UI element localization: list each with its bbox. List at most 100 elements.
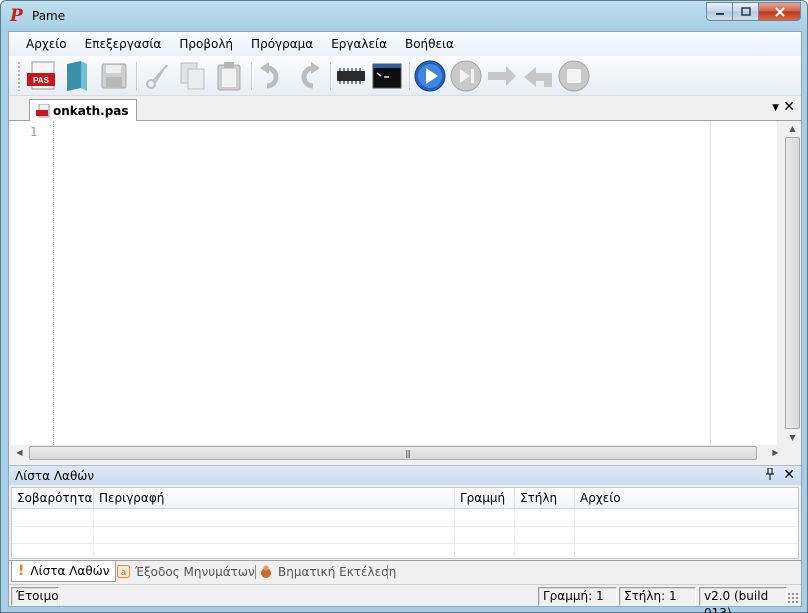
pame-logo-icon: P	[10, 6, 23, 26]
svg-text:a: a	[121, 567, 126, 577]
output-icon: a	[117, 565, 130, 578]
tab-error-list[interactable]: ! Λίστα Λαθών	[11, 561, 117, 582]
redo-button[interactable]	[292, 60, 324, 92]
window-controls	[706, 2, 801, 22]
vertical-scroll-thumb[interactable]	[785, 137, 800, 429]
title-bar[interactable]: P Pame	[1, 1, 807, 31]
tab-list-dropdown-icon[interactable]: ▼	[772, 103, 779, 113]
error-panel-title: Λίστα Λαθών	[15, 468, 95, 483]
column-severity[interactable]: Σοβαρότητα	[12, 488, 94, 509]
menu-program[interactable]: Πρόγραμα	[243, 33, 321, 55]
close-button[interactable]	[758, 2, 801, 21]
close-document-icon[interactable]: ✕	[783, 100, 795, 114]
toolbar-separator	[136, 61, 137, 90]
pin-icon[interactable]	[765, 467, 775, 483]
step-over-button[interactable]	[486, 60, 518, 92]
close-panel-icon[interactable]: ✕	[783, 467, 795, 483]
tab-separator	[387, 565, 388, 579]
table-row	[12, 544, 798, 561]
horizontal-scroll-thumb[interactable]: |||	[29, 446, 757, 460]
paste-button[interactable]	[213, 60, 245, 92]
menu-edit[interactable]: Επεξεργασία	[77, 33, 170, 55]
step-run-button[interactable]	[450, 60, 482, 92]
scroll-corner	[784, 445, 801, 462]
save-disk-icon	[101, 63, 127, 88]
warning-exclamation-icon: !	[18, 563, 25, 579]
maximize-button[interactable]	[732, 2, 758, 21]
line-number-gutter: 1	[11, 121, 54, 445]
undo-icon	[260, 61, 279, 88]
stop-button[interactable]	[558, 60, 590, 92]
resize-grip-icon[interactable]	[787, 592, 799, 604]
menu-view[interactable]: Προβολή	[171, 33, 241, 55]
new-pas-file-icon: PAS	[27, 61, 55, 89]
menu-help[interactable]: Βοήθεια	[397, 33, 462, 55]
code-editor[interactable]: 1	[11, 121, 777, 445]
chip-icon	[337, 67, 365, 84]
right-margin-guide	[710, 121, 711, 445]
toolbar-separator	[330, 61, 331, 90]
scroll-right-icon[interactable]: ▶	[767, 448, 784, 457]
close-icon	[774, 6, 785, 17]
tab-message-output-label: Έξοδος Μηνυμάτων	[135, 564, 255, 579]
cut-button[interactable]	[141, 60, 173, 92]
copy-button[interactable]	[177, 60, 209, 92]
status-column: Στήλη: 1	[619, 587, 696, 606]
tab-error-list-label: Λίστα Λαθών	[30, 564, 110, 578]
vertical-scrollbar[interactable]: ▲ ▼	[784, 121, 801, 445]
tab-step-execution-label: Βηματική Εκτέλεση	[278, 564, 397, 579]
toolbar-separator	[251, 61, 252, 90]
tab-message-output[interactable]: a Έξοδος Μηνυμάτων	[111, 561, 261, 582]
scroll-grip-icon: |||	[405, 449, 411, 458]
toolbar-grip[interactable]	[17, 60, 21, 91]
terminal-icon	[372, 63, 402, 88]
copy-icon	[180, 62, 205, 89]
compile-button[interactable]	[335, 60, 367, 92]
status-bar: Έτοιμο Γραμμή: 1 Στήλη: 1 v2.0 (build 01…	[9, 584, 801, 613]
pas-file-icon	[36, 104, 50, 118]
status-version: v2.0 (build 013)	[699, 587, 787, 613]
stop-icon	[558, 60, 590, 91]
scissors-icon	[146, 63, 168, 89]
scroll-down-icon[interactable]: ▼	[784, 433, 801, 442]
save-button[interactable]	[98, 60, 130, 92]
minimize-button[interactable]	[706, 2, 732, 21]
tab-label: onkath.pas	[53, 104, 129, 118]
column-column[interactable]: Στήλη	[515, 488, 575, 509]
run-button[interactable]	[414, 60, 446, 92]
scroll-up-icon[interactable]: ▲	[784, 124, 801, 133]
return-arrow-icon	[524, 66, 552, 87]
toolbar-separator	[409, 61, 410, 90]
menu-file[interactable]: Αρχείο	[18, 33, 75, 55]
step-forward-icon	[450, 60, 482, 91]
status-ready: Έτοιμο	[11, 587, 59, 606]
open-book-icon	[67, 60, 87, 91]
column-line[interactable]: Γραμμή	[455, 488, 515, 509]
column-file[interactable]: Αρχείο	[575, 488, 798, 509]
step-out-button[interactable]	[522, 60, 554, 92]
console-button[interactable]	[371, 60, 403, 92]
error-list-table[interactable]: Σοβαρότητα Περιγραφή Γραμμή Στήλη Αρχείο	[11, 487, 799, 561]
horizontal-scrollbar[interactable]: ◀ ||| ▶	[11, 445, 784, 462]
client-area: Αρχείο Επεξεργασία Προβολή Πρόγραμα Εργα…	[8, 31, 802, 613]
window-title: Pame	[32, 9, 66, 23]
app-window: P Pame Αρχείο Επεξεργασία Προβολή Πρόγρα…	[0, 0, 808, 613]
clipboard-icon	[217, 61, 241, 90]
undo-button[interactable]	[256, 60, 288, 92]
menu-bar: Αρχείο Επεξεργασία Προβολή Πρόγραμα Εργα…	[9, 32, 801, 56]
bottom-panel-tabs: ! Λίστα Λαθών a Έξοδος Μηνυμάτων Βηματικ…	[9, 560, 801, 582]
open-file-button[interactable]	[62, 60, 94, 92]
arrow-right-icon	[488, 65, 516, 86]
bug-icon	[261, 565, 271, 578]
tab-step-execution[interactable]: Βηματική Εκτέλεση	[253, 561, 402, 582]
tab-onkath-pas[interactable]: onkath.pas	[29, 99, 137, 122]
play-icon	[414, 60, 446, 91]
menu-tools[interactable]: Εργαλεία	[323, 33, 395, 55]
status-line: Γραμμή: 1	[538, 587, 617, 606]
column-description[interactable]: Περιγραφή	[94, 488, 455, 509]
redo-icon	[301, 61, 320, 88]
scroll-left-icon[interactable]: ◀	[11, 448, 28, 457]
new-file-button[interactable]: PAS	[26, 60, 58, 92]
minimize-icon	[715, 12, 724, 15]
line-number: 1	[30, 125, 38, 139]
